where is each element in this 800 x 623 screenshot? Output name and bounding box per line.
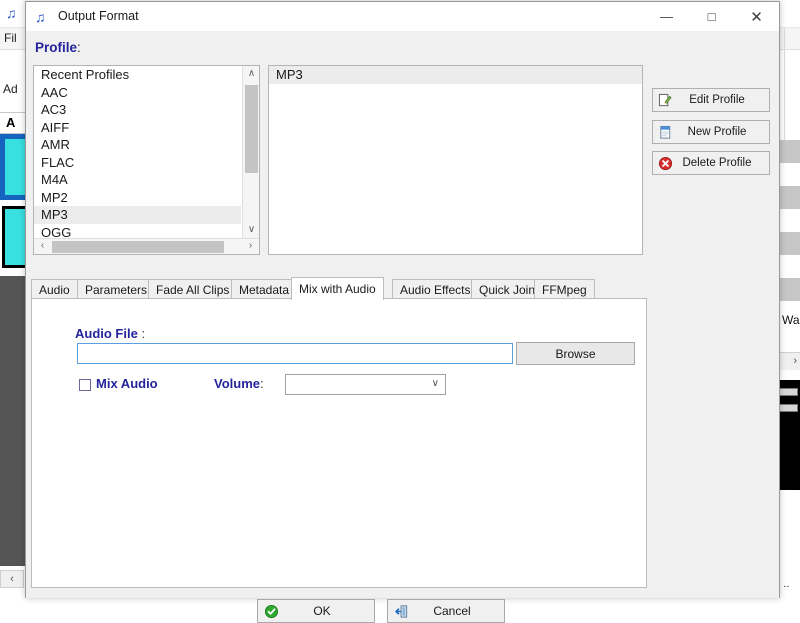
tab-fade-all-clips[interactable]: Fade All Clips (148, 279, 237, 299)
music-note-icon: ♫ (35, 9, 51, 25)
close-button[interactable]: ✕ (734, 2, 779, 31)
exit-door-icon (388, 604, 414, 619)
volume-label: Volume: (214, 376, 264, 391)
selected-profile-panel[interactable]: MP3 (268, 65, 643, 255)
volume-label-text: Volume (214, 376, 260, 391)
background-scroll-left-arrow[interactable]: ‹ (0, 570, 24, 588)
green-check-icon (258, 604, 284, 619)
edit-profile-button[interactable]: Edit Profile (652, 88, 770, 112)
mix-audio-label[interactable]: Mix Audio (96, 376, 158, 391)
list-item[interactable]: AIFF (34, 119, 241, 137)
edit-document-icon (653, 93, 677, 108)
cancel-label: Cancel (414, 604, 504, 618)
list-item[interactable]: AMR (34, 136, 241, 154)
chevron-down-icon[interactable]: ∨ (243, 222, 260, 239)
tab-audio[interactable]: Audio (31, 279, 78, 299)
mix-with-audio-panel: Audio File : Browse Mix Audio Volume: ∨ (31, 298, 647, 588)
chevron-left-icon[interactable]: ‹ (34, 239, 51, 255)
tab-quick-join[interactable]: Quick Join (471, 279, 543, 299)
profile-section-label: Profile: (35, 40, 81, 55)
profile-label-colon: : (77, 40, 81, 55)
maximize-button[interactable]: □ (689, 2, 734, 31)
browse-button[interactable]: Browse (516, 342, 635, 365)
volume-dropdown[interactable]: ∨ (285, 374, 446, 395)
list-item[interactable]: M4A (34, 171, 241, 189)
audio-file-label-text: Audio File (75, 326, 138, 341)
tab-ffmpeg[interactable]: FFMpeg (534, 279, 595, 299)
menu-item-file[interactable]: Fil (4, 31, 17, 45)
dialog-title: Output Format (58, 9, 139, 23)
new-profile-label: New Profile (677, 126, 769, 138)
list-item[interactable]: AAC (34, 84, 241, 102)
new-document-icon (653, 125, 677, 140)
delete-profile-label: Delete Profile (677, 157, 769, 169)
background-divider (784, 28, 785, 140)
background-toolbar-label[interactable]: Ad (3, 82, 18, 96)
tab-parameters[interactable]: Parameters (77, 279, 155, 299)
chevron-up-icon[interactable]: ∧ (243, 66, 260, 83)
scrollbar-thumb[interactable] (245, 85, 258, 173)
volume-label-colon: : (260, 376, 264, 391)
mix-audio-checkbox[interactable] (79, 379, 91, 391)
window-controls: — □ ✕ (644, 2, 779, 31)
profile-list-items: Recent Profiles AAC AC3 AIFF AMR FLAC M4… (34, 66, 241, 241)
profile-label-text: Profile (35, 40, 77, 55)
music-note-icon: ♫ (6, 5, 22, 21)
selected-profile-item[interactable]: MP3 (269, 66, 642, 84)
edit-profile-label: Edit Profile (677, 94, 769, 106)
profile-list-horizontal-scrollbar[interactable]: ‹ › (34, 238, 260, 254)
output-format-dialog: ♫ Output Format — □ ✕ Profile: Recent Pr… (25, 1, 780, 598)
tab-mix-with-audio[interactable]: Mix with Audio (291, 277, 384, 300)
list-item[interactable]: MP2 (34, 189, 241, 207)
minimize-button[interactable]: — (644, 2, 689, 31)
list-item[interactable]: Recent Profiles (34, 66, 241, 84)
profile-list[interactable]: Recent Profiles AAC AC3 AIFF AMR FLAC M4… (33, 65, 260, 255)
dialog-titlebar[interactable]: ♫ Output Format — □ ✕ (26, 2, 779, 32)
delete-profile-button[interactable]: Delete Profile (652, 151, 770, 175)
scrollbar-thumb[interactable] (52, 241, 224, 253)
list-item[interactable]: AC3 (34, 101, 241, 119)
dialog-body: Profile: Recent Profiles AAC AC3 AIFF AM… (26, 32, 779, 598)
tab-audio-effects[interactable]: Audio Effects (392, 279, 479, 299)
tab-strip: Audio Parameters Fade All Clips Metadata… (31, 277, 647, 299)
ok-label: OK (284, 604, 374, 618)
tab-metadata[interactable]: Metadata (231, 279, 297, 299)
profile-list-vertical-scrollbar[interactable]: ∧ ∨ (242, 66, 259, 239)
audio-file-label: Audio File : (75, 326, 145, 341)
delete-circle-icon (653, 156, 677, 171)
audio-file-input[interactable] (77, 343, 513, 364)
audio-file-label-colon: : (141, 326, 145, 341)
new-profile-button[interactable]: New Profile (652, 120, 770, 144)
list-item-selected[interactable]: MP3 (34, 206, 241, 224)
cancel-button[interactable]: Cancel (387, 599, 505, 623)
list-item[interactable]: FLAC (34, 154, 241, 172)
chevron-down-icon: ∨ (432, 378, 439, 389)
chevron-right-icon[interactable]: › (242, 239, 259, 255)
ok-button[interactable]: OK (257, 599, 375, 623)
